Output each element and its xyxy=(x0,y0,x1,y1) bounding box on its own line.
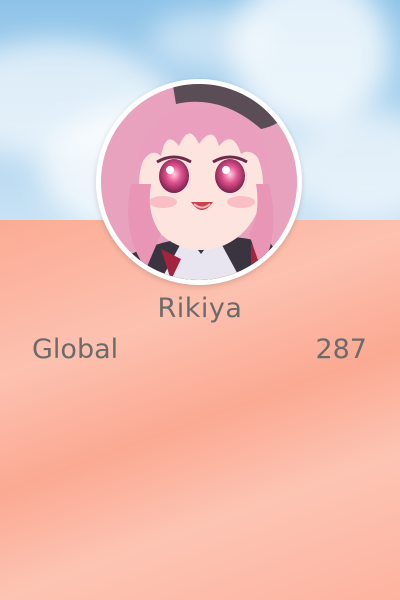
ranking-scope-label: Global xyxy=(32,334,119,365)
profile-card: Rikiya Global 287 xyxy=(0,0,400,600)
anime-avatar-icon xyxy=(101,84,297,280)
avatar[interactable] xyxy=(96,79,302,285)
username: Rikiya xyxy=(157,293,243,324)
ranking-value: 287 xyxy=(315,334,367,365)
